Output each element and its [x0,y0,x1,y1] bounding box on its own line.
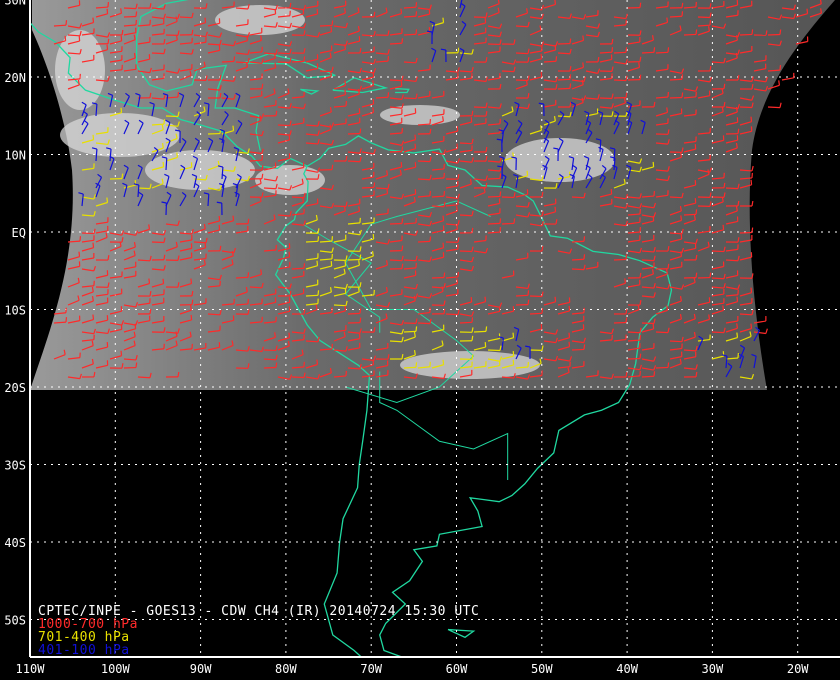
legend-high-level: 401-100 hPa [38,643,130,658]
longitude-label: 20W [787,662,809,676]
latitude-label: EQ [12,226,26,240]
wind-barb [767,102,782,109]
satellite-wind-map: 30N 20N 10N EQ 10S 20S 30S 40S 50S 110W 100W 90W 80W… [0,0,840,680]
longitude-label: 30W [702,662,724,676]
latitude-label: 20N [4,71,26,85]
cloud [60,113,180,157]
longitude-label: 110W [16,662,46,676]
latitude-label: 10N [4,149,26,163]
longitude-label: 50W [531,662,553,676]
wind-barb [781,72,795,81]
longitude-label: 90W [190,662,212,676]
cloud [215,5,305,35]
latitude-label: 50S [4,614,26,628]
longitude-label: 70W [360,662,382,676]
latitude-label: 20S [4,381,26,395]
latitude-label: 40S [4,536,26,550]
coastline [447,628,476,639]
latitude-label: 30N [4,0,26,8]
cloud [380,105,460,125]
longitude-label: 40W [616,662,638,676]
longitude-label: 80W [275,662,297,676]
map-canvas: 30N 20N 10N EQ 10S 20S 30S 40S 50S 110W 100W 90W 80W… [4,0,840,676]
longitude-label: 60W [446,662,468,676]
longitude-label: 100W [101,662,131,676]
latitude-label: 30S [4,459,26,473]
latitude-label: 10S [4,304,26,318]
